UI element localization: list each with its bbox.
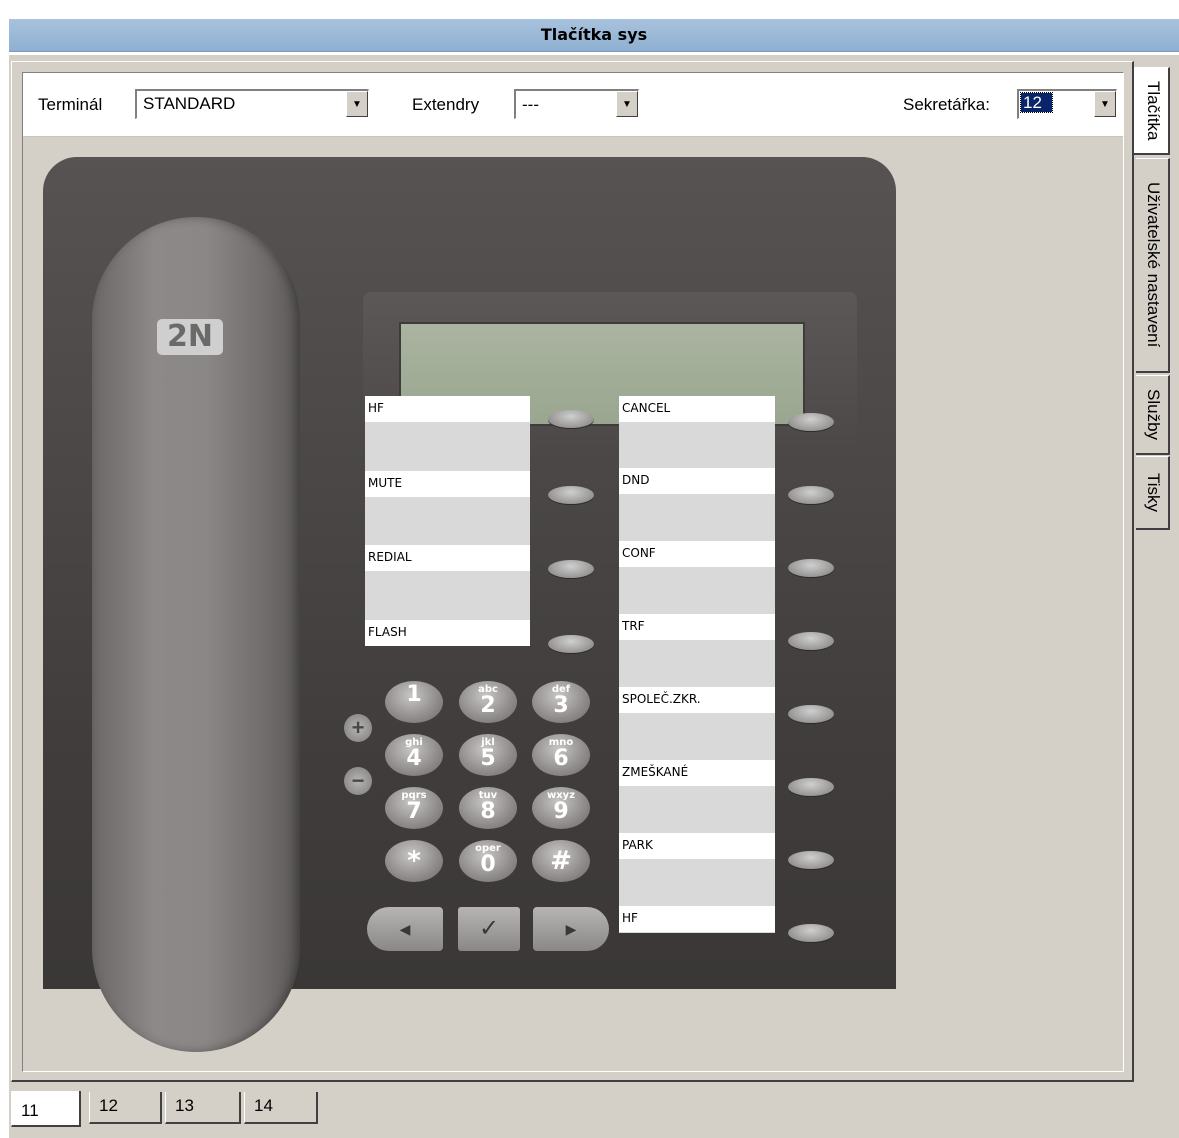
arrow-left-icon: ◀ <box>399 921 411 937</box>
keypad-key-9[interactable]: wxyz 9 <box>532 787 590 829</box>
phone-panel: Terminál STANDARD ▼ Extendry --- ▼ Sekre… <box>22 72 1124 1072</box>
terminal-value: STANDARD <box>143 94 236 113</box>
function-key-button[interactable] <box>788 705 834 723</box>
keypad-key-0[interactable]: oper 0 <box>459 840 517 882</box>
terminal-label: Terminál <box>38 95 103 114</box>
side-tab-sluzby[interactable]: Služby <box>1136 375 1170 455</box>
keypad-key-7[interactable]: pqrs 7 <box>385 787 443 829</box>
key-label[interactable]: CONF <box>619 541 775 567</box>
bottom-tab-13[interactable]: 13 <box>165 1092 241 1124</box>
keypad-key-6[interactable]: mno 6 <box>532 734 590 776</box>
toolbar: Terminál STANDARD ▼ Extendry --- ▼ Sekre… <box>23 73 1123 137</box>
key-label[interactable]: CANCEL <box>619 396 775 422</box>
keypad-key-3[interactable]: def 3 <box>532 681 590 723</box>
key-label[interactable]: SPOLEČ.ZKR. <box>619 687 775 713</box>
bottom-tab-11[interactable]: 11 <box>11 1091 81 1127</box>
function-key-button[interactable] <box>548 560 594 578</box>
sekretarka-label: Sekretářka: <box>903 95 990 114</box>
keypad-key-5[interactable]: jkl 5 <box>459 734 517 776</box>
arrow-right-icon: ▶ <box>565 921 577 937</box>
key-label[interactable]: REDIAL <box>365 545 530 571</box>
nav-left-button[interactable]: ◀ <box>367 907 443 951</box>
keypad-key-2[interactable]: abc 2 <box>459 681 517 723</box>
function-key-button[interactable] <box>548 410 594 428</box>
key-label[interactable]: HF <box>619 906 775 932</box>
check-icon: ✓ <box>478 915 500 942</box>
extendry-select[interactable]: --- ▼ <box>514 89 639 119</box>
key-label[interactable]: FLASH <box>365 620 530 646</box>
dialog: Terminál STANDARD ▼ Extendry --- ▼ Sekre… <box>9 55 1179 1138</box>
keypad-key-4[interactable]: ghi 4 <box>385 734 443 776</box>
key-label[interactable]: ZMEŠKANÉ <box>619 760 775 786</box>
key-label[interactable]: TRF <box>619 614 775 640</box>
nav-right-button[interactable]: ▶ <box>533 907 609 951</box>
key-label[interactable]: MUTE <box>365 471 530 497</box>
chevron-down-icon[interactable]: ▼ <box>1094 91 1116 117</box>
side-tab-uzivatelske-nastaveni[interactable]: Uživatelské nastavení <box>1136 158 1170 373</box>
function-key-button[interactable] <box>788 486 834 504</box>
function-key-button[interactable] <box>788 632 834 650</box>
keypad-key-star[interactable]: * <box>385 840 443 882</box>
function-key-button[interactable] <box>788 413 834 431</box>
right-key-labels: CANCEL DND CONF TRF SPOLEČ.ZKR. ZMEŠKANÉ… <box>619 396 775 933</box>
terminal-select[interactable]: STANDARD ▼ <box>135 89 369 119</box>
left-key-labels: HF MUTE REDIAL FLASH <box>365 396 530 646</box>
keypad-key-hash[interactable]: # <box>532 840 590 882</box>
function-key-button[interactable] <box>788 559 834 577</box>
brand-logo: 2N <box>157 319 223 355</box>
handset: 2N <box>92 217 300 1052</box>
key-label[interactable]: DND <box>619 468 775 494</box>
window-title: Tlačítka sys <box>9 19 1179 52</box>
bottom-tab-12[interactable]: 12 <box>89 1092 162 1124</box>
volume-up-button[interactable]: + <box>344 714 372 742</box>
nav-ok-button[interactable]: ✓ <box>458 907 520 951</box>
side-tab-tlacitka[interactable]: Tlačítka <box>1134 67 1170 155</box>
key-label[interactable]: PARK <box>619 833 775 859</box>
tab-panel: Terminál STANDARD ▼ Extendry --- ▼ Sekre… <box>11 61 1134 1082</box>
function-key-button[interactable] <box>548 486 594 504</box>
chevron-down-icon[interactable]: ▼ <box>616 91 638 117</box>
chevron-down-icon[interactable]: ▼ <box>346 91 368 117</box>
extendry-label: Extendry <box>412 95 480 114</box>
keypad-key-8[interactable]: tuv 8 <box>459 787 517 829</box>
volume-down-button[interactable]: − <box>344 767 372 795</box>
keypad-key-1[interactable]: 1 <box>385 681 443 723</box>
function-key-button[interactable] <box>788 851 834 869</box>
sekretarka-value: 12 <box>1020 92 1053 113</box>
extendry-value: --- <box>522 95 539 114</box>
key-label[interactable]: HF <box>365 396 530 422</box>
sekretarka-select[interactable]: 12 ▼ <box>1017 89 1117 119</box>
function-key-button[interactable] <box>788 924 834 942</box>
function-key-button[interactable] <box>788 778 834 796</box>
bottom-tab-14[interactable]: 14 <box>244 1092 318 1124</box>
side-tab-tisky[interactable]: Tisky <box>1136 456 1170 530</box>
function-key-button[interactable] <box>548 635 594 653</box>
